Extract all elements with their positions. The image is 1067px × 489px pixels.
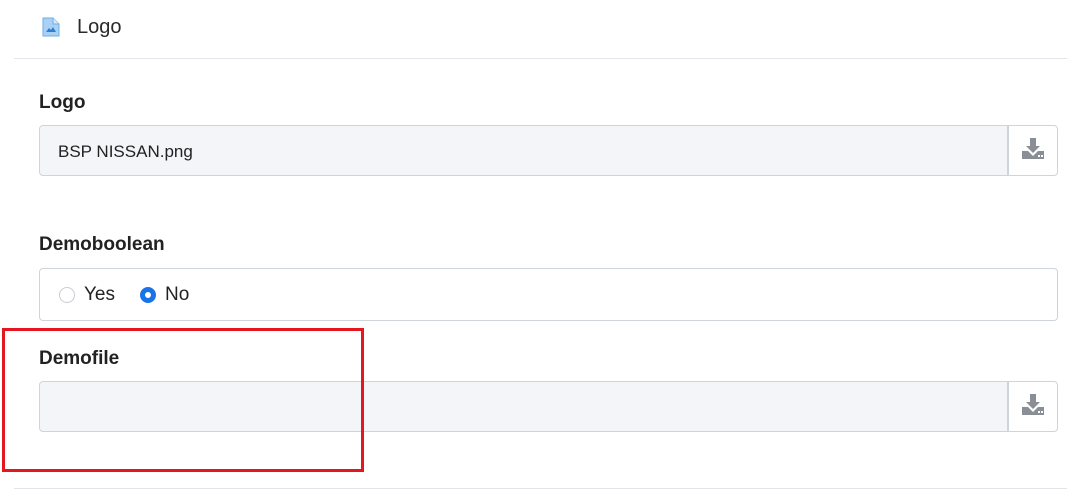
radio-option-no[interactable]: No xyxy=(140,269,189,320)
demofile-file-group xyxy=(39,381,1058,434)
demofile-file-input[interactable] xyxy=(39,381,1008,432)
download-icon xyxy=(1021,136,1045,165)
logo-download-button[interactable] xyxy=(1008,125,1058,176)
demoboolean-radio-group: Yes No xyxy=(39,268,1058,321)
logo-field-label: Logo xyxy=(39,92,86,113)
image-file-icon xyxy=(42,17,60,37)
radio-option-yes[interactable]: Yes xyxy=(59,269,115,320)
logo-file-input[interactable]: BSP NISSAN.png xyxy=(39,125,1008,176)
radio-no-circle[interactable] xyxy=(140,286,156,303)
radio-yes-label: Yes xyxy=(84,283,115,305)
demoboolean-field-label: Demoboolean xyxy=(39,234,165,255)
demofile-download-button[interactable] xyxy=(1008,381,1058,432)
demofile-field-label: Demofile xyxy=(39,348,120,369)
download-icon xyxy=(1021,392,1045,421)
radio-no-label: No xyxy=(165,283,190,305)
radio-yes-circle[interactable] xyxy=(59,286,75,303)
section-header: Logo xyxy=(14,0,1067,59)
section-title: Logo xyxy=(77,16,122,38)
logo-file-group: BSP NISSAN.png xyxy=(39,125,1058,178)
